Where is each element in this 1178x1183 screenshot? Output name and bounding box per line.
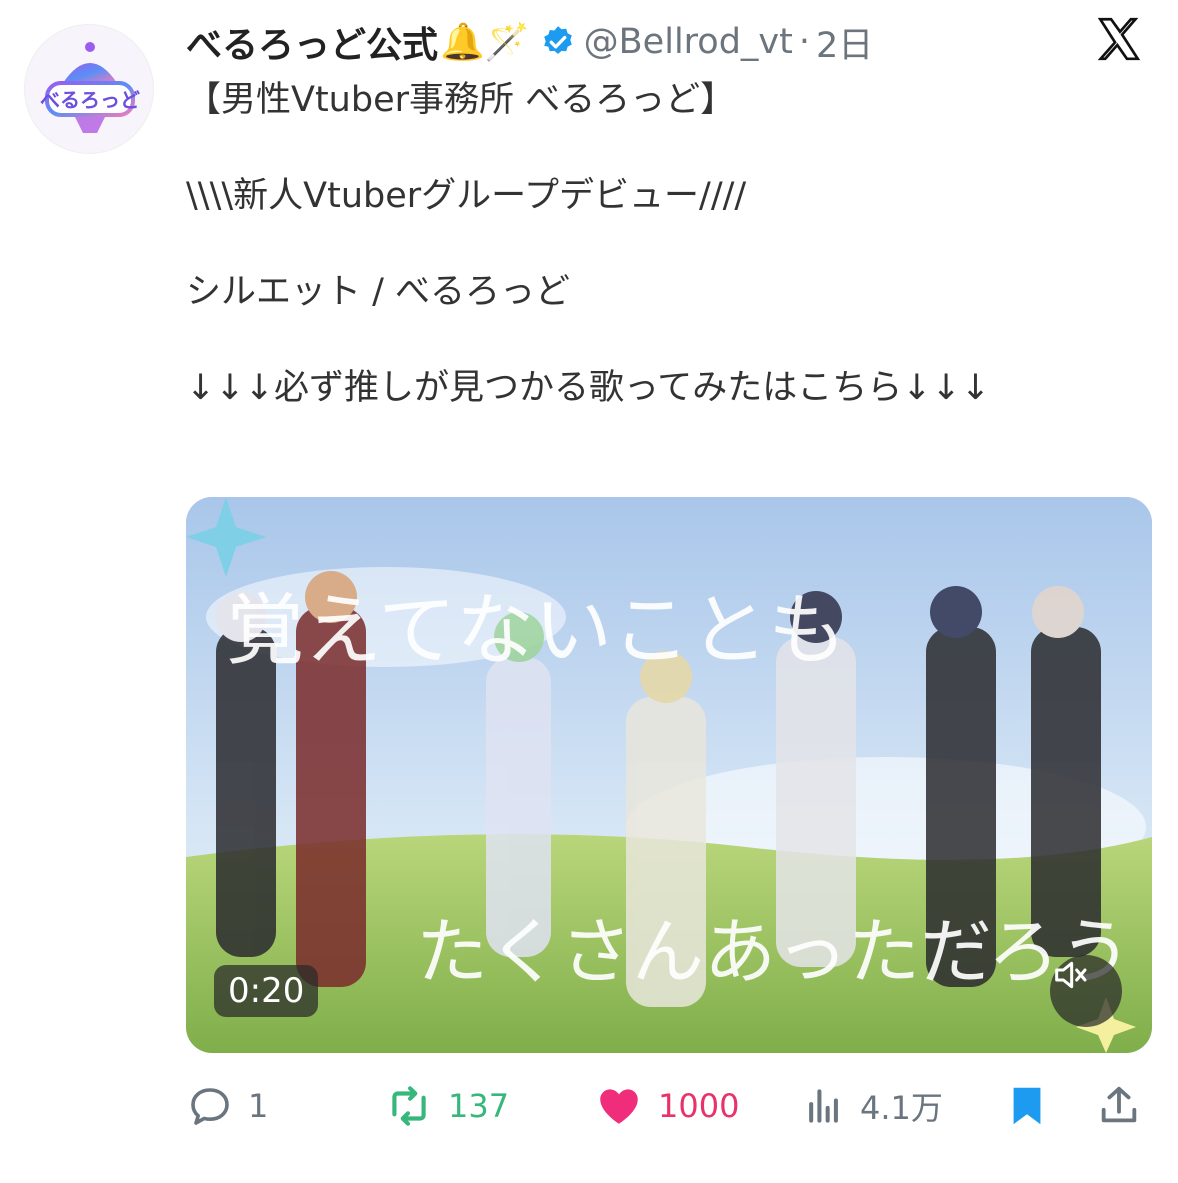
handle[interactable]: @Bellrod_vt [584,22,793,62]
reply-button[interactable]: 1 [186,1076,268,1136]
mute-icon [1055,961,1087,989]
reply-count: 1 [248,1087,269,1125]
avatar[interactable]: べるろっど [24,24,154,154]
mute-button[interactable] [1050,955,1122,1027]
like-button[interactable]: 1000 [594,1076,739,1136]
repost-count: 137 [448,1087,510,1125]
display-name[interactable]: べるろっど公式 [186,16,438,68]
repost-button[interactable]: 137 [384,1076,509,1136]
video-thumbnail: 覚えてないことも たくさんあっただろう [186,497,1152,1053]
post-line [186,220,1156,268]
lyrics-line-2: たくさんあっただろう [416,910,1132,994]
action-bar: 1 137 1000 4.1万 [186,1076,1152,1136]
repost-icon [392,1086,426,1126]
share-icon [1101,1086,1137,1123]
avatar-logo-text: べるろっど [40,88,140,112]
bellrod-logo-icon: べるろっど [40,42,140,133]
like-count: 1000 [658,1087,740,1125]
views-button[interactable]: 4.1万 [802,1076,943,1136]
views-icon [809,1089,838,1123]
bookmark-icon [1013,1087,1041,1125]
post-header: べるろっど公式 🔔🪄 @Bellrod_vt · 2日 [186,14,1158,70]
post-time[interactable]: 2日 [816,17,873,68]
name-emoji: 🔔🪄 [440,22,530,63]
video-duration: 0:20 [214,965,319,1017]
verified-badge-icon [543,26,572,54]
like-icon [600,1089,638,1124]
share-button[interactable] [1096,1076,1156,1136]
post-line: シルエット / べるろっど [186,272,571,312]
views-count: 4.1万 [860,1089,943,1127]
post-line: ↓↓↓必ず推しが見つかる歌ってみたはこちら↓↓↓ [186,368,991,408]
post-line: 【男性Vtuber事務所 べるろっど】 [186,80,736,120]
lyrics-line-1: 覚えてないことも [226,586,846,676]
bookmark-button[interactable] [1004,1076,1064,1136]
post-text: 【男性Vtuber事務所 べるろっど】 \\\\新人Vtuberグループデビュー… [186,76,1156,412]
post-line: \\\\新人Vtuberグループデビュー//// [186,176,747,216]
post-line [186,316,1156,364]
separator-dot: · [798,22,810,62]
post-line [186,124,1156,172]
video-player[interactable]: 覚えてないことも たくさんあっただろう 0:20 [186,497,1152,1053]
reply-icon [191,1088,229,1125]
x-logo-icon[interactable] [1094,14,1144,64]
